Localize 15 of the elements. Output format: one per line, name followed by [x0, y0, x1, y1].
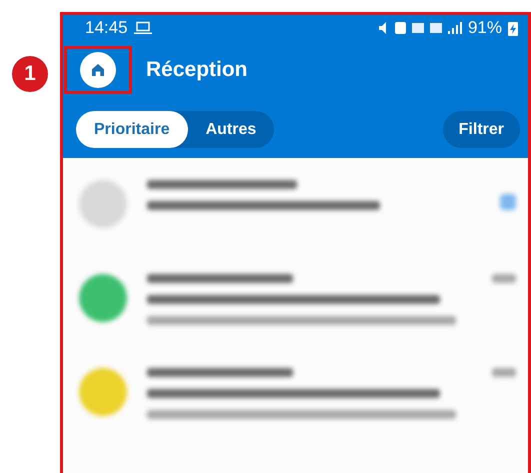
home-icon — [89, 61, 107, 79]
battery-percentage: 91% — [468, 18, 502, 38]
inbox-tab[interactable]: Autres — [188, 111, 274, 148]
laptop-icon — [134, 21, 152, 35]
blurred-time — [492, 274, 516, 283]
mute-icon — [378, 22, 389, 34]
callout-badge: 1 — [12, 56, 48, 92]
battery-icon — [508, 20, 518, 36]
blurred-time — [492, 368, 516, 377]
home-button[interactable] — [80, 52, 116, 88]
inbox-tab[interactable]: Prioritaire — [76, 111, 188, 148]
status-time: 14:45 — [85, 18, 128, 38]
inbox-title: Réception — [146, 58, 248, 82]
filter-button[interactable]: Filtrer — [442, 111, 520, 148]
signal-icon — [448, 22, 462, 34]
